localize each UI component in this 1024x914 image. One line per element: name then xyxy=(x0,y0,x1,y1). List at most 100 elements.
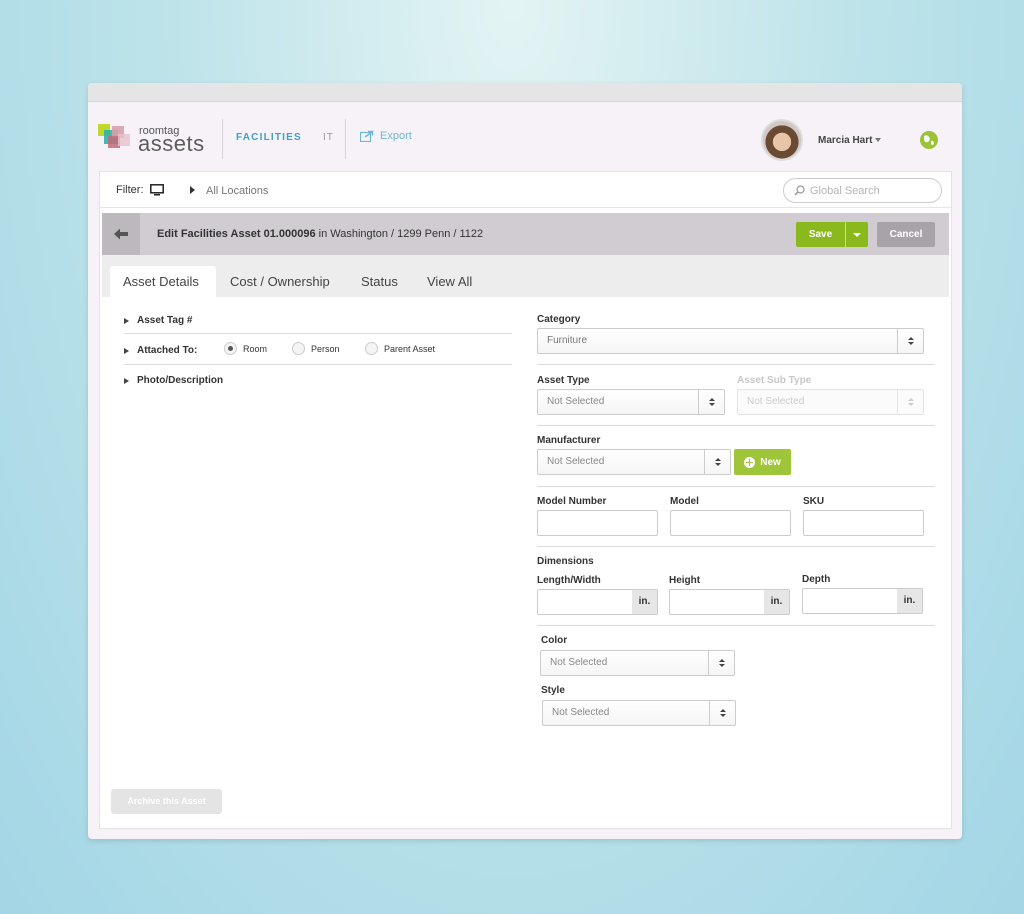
radio-person[interactable]: Person xyxy=(292,342,340,355)
style-value: Not Selected xyxy=(552,707,610,718)
select-arrows-icon xyxy=(709,701,735,725)
length-width-label: Length/Width xyxy=(537,575,601,586)
divider xyxy=(124,364,512,365)
export-link[interactable]: Export xyxy=(360,130,412,142)
plus-circle-icon xyxy=(744,456,756,468)
model-number-field[interactable] xyxy=(537,510,658,536)
page-title-location: in Washington / 1299 Penn / 1122 xyxy=(315,228,484,240)
page-title-asset: Edit Facilities Asset 01.000096 xyxy=(157,228,316,240)
depth-label: Depth xyxy=(802,574,831,585)
save-dropdown-button[interactable] xyxy=(846,222,868,247)
nav-it[interactable]: IT xyxy=(323,132,334,143)
depth-field[interactable]: in. xyxy=(802,588,923,614)
location-breadcrumb[interactable]: All Locations xyxy=(206,185,268,197)
new-manufacturer-button[interactable]: New xyxy=(734,449,791,475)
globe-icon[interactable] xyxy=(919,130,939,150)
category-select[interactable]: Furniture xyxy=(537,328,924,354)
export-label: Export xyxy=(380,130,412,142)
color-value: Not Selected xyxy=(550,657,608,668)
dimensions-label: Dimensions xyxy=(537,556,594,567)
back-arrow-icon xyxy=(114,228,128,240)
logo-icon[interactable] xyxy=(98,124,134,150)
category-value: Furniture xyxy=(547,335,588,346)
header-divider xyxy=(345,119,346,159)
asset-sub-type-label: Asset Sub Type xyxy=(737,375,812,386)
select-arrows-icon xyxy=(897,329,923,353)
model-field[interactable] xyxy=(670,510,791,536)
divider xyxy=(537,546,935,547)
export-icon xyxy=(360,130,374,142)
model-number-label: Model Number xyxy=(537,496,607,507)
divider xyxy=(537,364,935,365)
radio-button[interactable] xyxy=(224,342,237,355)
user-name: Marcia Hart xyxy=(818,135,873,146)
select-arrows-icon xyxy=(698,390,724,414)
content-panel: Filter: All Locations Edit Faci xyxy=(99,171,952,829)
title-bar xyxy=(88,83,962,102)
monitor-icon[interactable] xyxy=(149,184,164,196)
style-label: Style xyxy=(541,685,565,696)
global-search-input[interactable] xyxy=(810,184,930,197)
length-width-field[interactable]: in. xyxy=(537,589,658,615)
logo-text: assets xyxy=(138,131,205,156)
height-label: Height xyxy=(669,575,701,586)
unit-label: in. xyxy=(764,590,789,614)
caret-down-icon xyxy=(875,138,882,143)
manufacturer-value: Not Selected xyxy=(547,456,605,467)
divider xyxy=(100,207,951,208)
radio-button[interactable] xyxy=(365,342,378,355)
asset-tag-label: Asset Tag # xyxy=(137,315,193,326)
filter-label: Filter: xyxy=(116,184,144,196)
radio-label: Room xyxy=(243,343,268,354)
unit-label: in. xyxy=(897,589,922,613)
asset-sub-type-value: Not Selected xyxy=(747,396,805,407)
header-divider xyxy=(222,119,223,159)
avatar[interactable] xyxy=(761,119,803,161)
manufacturer-select[interactable]: Not Selected xyxy=(537,449,731,475)
triangle-right-icon[interactable] xyxy=(189,186,195,194)
divider xyxy=(124,333,512,334)
photo-description-label: Photo/Description xyxy=(137,375,224,386)
unit-label: in. xyxy=(632,590,657,614)
model-label: Model xyxy=(670,496,699,507)
height-field[interactable]: in. xyxy=(669,589,790,615)
global-search[interactable] xyxy=(783,178,942,203)
color-select[interactable]: Not Selected xyxy=(540,650,735,676)
radio-room[interactable]: Room xyxy=(224,342,267,355)
filter[interactable]: Filter: xyxy=(116,184,195,196)
cancel-button[interactable]: Cancel xyxy=(877,222,935,247)
edit-bar: Edit Facilities Asset 01.000096 in Washi… xyxy=(102,213,949,255)
archive-button[interactable]: Archive this Asset xyxy=(111,789,222,814)
page-title: Edit Facilities Asset 01.000096 in Washi… xyxy=(157,228,483,240)
new-button-label: New xyxy=(760,456,781,468)
divider xyxy=(537,625,935,626)
radio-label: Person xyxy=(311,343,340,354)
app-window: roomtag assets FACILITIES IT Export Marc… xyxy=(88,83,962,839)
radio-button[interactable] xyxy=(292,342,305,355)
asset-type-select[interactable]: Not Selected xyxy=(537,389,725,415)
photo-description-toggle[interactable]: Photo/Description xyxy=(124,375,223,386)
tab-asset-details[interactable]: Asset Details xyxy=(110,266,216,297)
save-button[interactable]: Save xyxy=(796,222,845,247)
style-select[interactable]: Not Selected xyxy=(542,700,736,726)
tab-status[interactable]: Status xyxy=(348,266,411,297)
category-label: Category xyxy=(537,314,581,325)
attached-to-toggle[interactable]: Attached To: xyxy=(124,345,197,356)
search-icon xyxy=(794,185,805,196)
select-arrows-icon xyxy=(708,651,734,675)
color-label: Color xyxy=(541,635,568,646)
sku-field[interactable] xyxy=(803,510,924,536)
radio-parent-asset[interactable]: Parent Asset xyxy=(365,342,435,355)
asset-type-value: Not Selected xyxy=(547,396,605,407)
asset-tag-toggle[interactable]: Asset Tag # xyxy=(124,315,192,326)
user-menu[interactable]: Marcia Hart xyxy=(818,135,882,146)
select-arrows-icon xyxy=(897,390,923,414)
select-arrows-icon xyxy=(704,450,730,474)
back-button[interactable] xyxy=(102,213,140,255)
manufacturer-label: Manufacturer xyxy=(537,435,601,446)
nav-facilities[interactable]: FACILITIES xyxy=(236,132,302,143)
tab-view-all[interactable]: View All xyxy=(414,266,485,297)
triangle-right-icon xyxy=(124,317,129,324)
divider xyxy=(537,425,935,426)
tab-cost-ownership[interactable]: Cost / Ownership xyxy=(217,266,343,297)
